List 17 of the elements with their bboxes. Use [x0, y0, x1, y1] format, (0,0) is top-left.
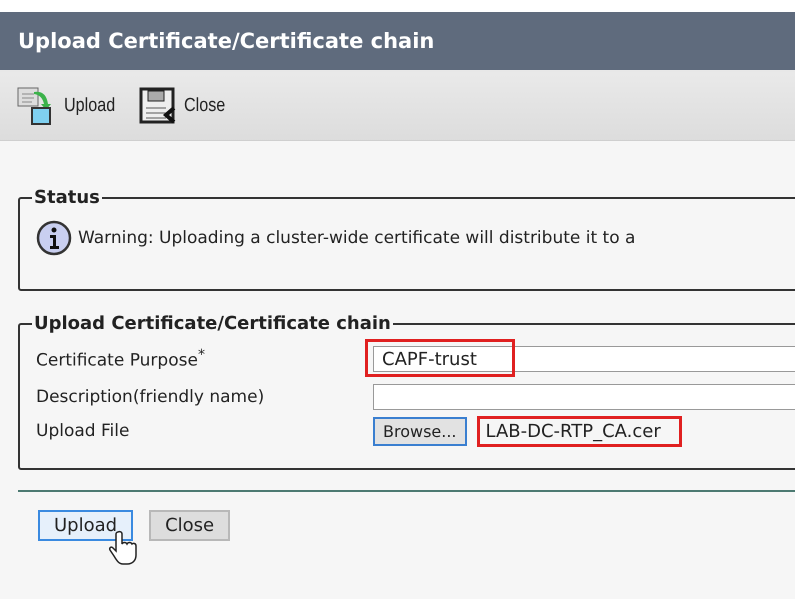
toolbar-button[interactable]: Upload [16, 86, 124, 126]
info-icon [36, 220, 72, 256]
file-name: LAB-DC-RTP_CA.cer [476, 416, 682, 446]
text-field[interactable]: CAPF-trust [373, 346, 795, 372]
section-legend: Upload Certificate/Certificate chain [32, 313, 393, 334]
field-label: Upload File [36, 421, 130, 441]
browse-button[interactable]: Browse... [373, 416, 467, 446]
section-legend: Status [32, 187, 102, 208]
form-button[interactable]: Upload [38, 510, 134, 541]
form-button[interactable]: Close [149, 510, 230, 541]
window-title: Upload Certificate/Certificate chain [0, 12, 795, 72]
toolbar-button[interactable]: Close [138, 86, 233, 126]
field-label: Description(friendly name) [36, 387, 266, 407]
text-field[interactable] [373, 384, 795, 410]
required-mark: * [198, 347, 205, 364]
field-label: Certificate Purpose$^{*}$ [36, 347, 206, 371]
warning-message: Warning: Uploading a cluster-wide certificate will distribute it to a [78, 228, 636, 248]
